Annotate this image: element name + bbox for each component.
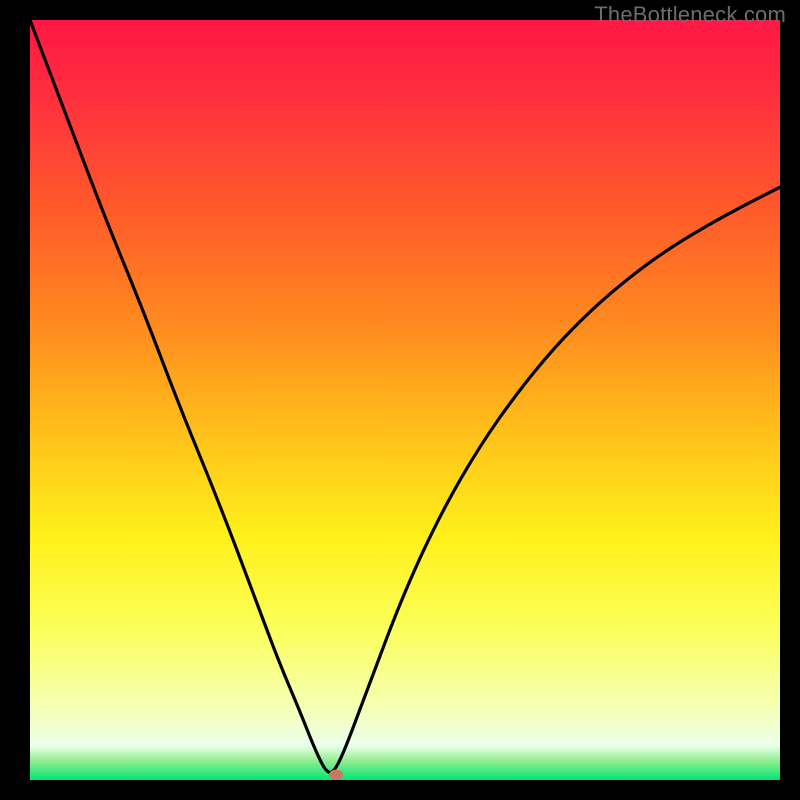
chart-frame: TheBottleneck.com xyxy=(0,0,800,800)
chart-svg xyxy=(30,20,780,780)
plot-area xyxy=(30,20,780,780)
optimum-marker xyxy=(329,770,343,780)
attribution-text: TheBottleneck.com xyxy=(594,2,786,28)
gradient-background xyxy=(30,20,780,780)
